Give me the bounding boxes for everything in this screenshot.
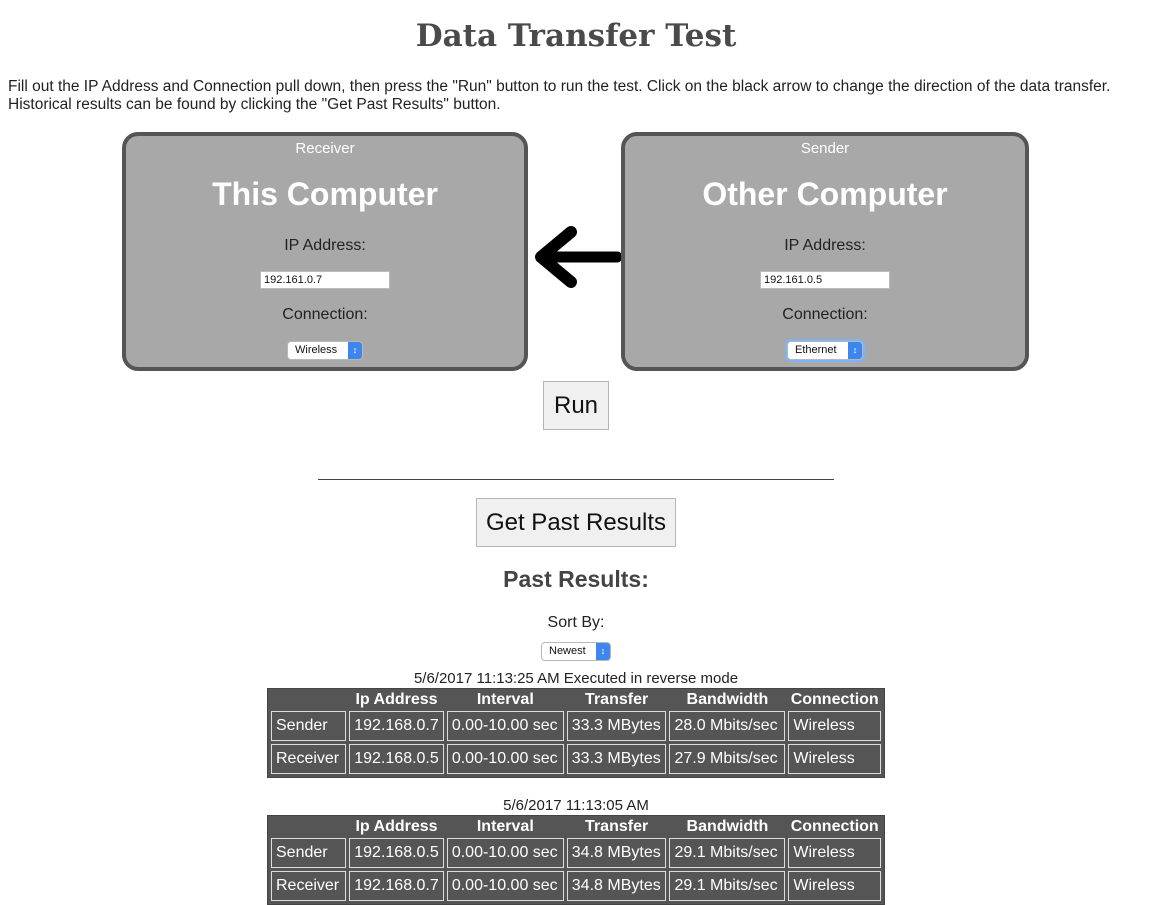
table-header-row: Ip Address Interval Transfer Bandwidth C… <box>271 692 881 708</box>
table-header-row: Ip Address Interval Transfer Bandwidth C… <box>271 819 881 835</box>
sort-by-select[interactable]: Newest ↕ <box>541 642 611 661</box>
receiver-computer-name: This Computer <box>212 176 438 212</box>
sender-ip-input[interactable] <box>760 271 890 289</box>
sender-connection-value: Ethernet <box>795 344 837 356</box>
column-header: Ip Address <box>355 818 438 835</box>
table-cell: Receiver <box>271 744 347 774</box>
get-past-results-button[interactable]: Get Past Results <box>476 498 676 547</box>
table-cell: 28.0 Mbits/sec <box>669 711 786 741</box>
sender-ip-label: IP Address: <box>784 237 866 254</box>
receiver-connection-label: Connection: <box>282 306 368 323</box>
receiver-connection-value: Wireless <box>295 344 338 356</box>
result-caption: 5/6/2017 11:13:25 AM Executed in reverse… <box>413 670 739 687</box>
table-cell: Sender <box>271 838 347 868</box>
table-row: Sender 192.168.0.5 0.00-10.00 sec 34.8 M… <box>271 838 881 868</box>
table-row: Sender 192.168.0.7 0.00-10.00 sec 33.3 M… <box>271 711 881 741</box>
receiver-connection-select[interactable]: Wireless ↕ <box>287 341 363 360</box>
table-cell: 0.00-10.00 sec <box>446 711 564 741</box>
table-cell: Sender <box>271 711 347 741</box>
result-table: Ip Address Interval Transfer Bandwidth C… <box>267 815 885 905</box>
sort-by-value: Newest <box>549 645 586 657</box>
table-cell: 33.3 MBytes <box>566 744 667 774</box>
select-chevron-icon: ↕ <box>348 342 362 359</box>
table-cell: 29.1 Mbits/sec <box>669 838 786 868</box>
column-header: Ip Address <box>355 691 438 708</box>
direction-arrow-icon[interactable] <box>531 222 621 292</box>
column-header: Bandwidth <box>686 691 769 708</box>
sender-connection-select[interactable]: Ethernet ↕ <box>787 341 863 360</box>
run-button[interactable]: Run <box>543 381 609 430</box>
table-cell: Wireless <box>788 744 881 774</box>
column-header: Connection <box>790 818 879 835</box>
result-caption: 5/6/2017 11:13:05 AM <box>503 797 649 814</box>
column-header: Interval <box>476 818 534 835</box>
receiver-role-label: Receiver <box>295 140 355 157</box>
column-header <box>271 819 346 835</box>
sort-by-label: Sort By: <box>547 614 605 631</box>
table-cell: 34.8 MBytes <box>566 838 667 868</box>
page-title: Data Transfer Test <box>415 18 737 54</box>
table-cell: 33.3 MBytes <box>566 711 667 741</box>
column-header: Bandwidth <box>686 818 769 835</box>
select-chevron-icon: ↕ <box>848 342 862 359</box>
table-cell: 0.00-10.00 sec <box>446 838 564 868</box>
sender-computer-name: Other Computer <box>702 176 948 212</box>
column-header: Interval <box>476 691 534 708</box>
receiver-ip-input[interactable] <box>260 271 390 289</box>
table-cell: 27.9 Mbits/sec <box>669 744 786 774</box>
table-cell: 192.168.0.5 <box>349 744 444 774</box>
column-header: Connection <box>790 691 879 708</box>
sender-role-label: Sender <box>800 140 850 157</box>
table-cell: Wireless <box>788 838 881 868</box>
table-cell: 0.00-10.00 sec <box>446 744 564 774</box>
column-header: Transfer <box>585 818 649 835</box>
table-cell: 192.168.0.5 <box>349 838 444 868</box>
select-chevron-icon: ↕ <box>596 643 610 660</box>
section-divider <box>318 479 834 480</box>
table-cell: 192.168.0.7 <box>349 711 444 741</box>
table-cell: Wireless <box>788 711 881 741</box>
sender-panel: Sender Other Computer IP Address: Connec… <box>621 132 1029 371</box>
column-header <box>271 692 346 708</box>
sender-connection-label: Connection: <box>782 306 868 323</box>
receiver-ip-label: IP Address: <box>284 237 366 254</box>
past-results-heading: Past Results: <box>503 566 649 592</box>
column-header: Transfer <box>585 691 649 708</box>
instructions-text: Fill out the IP Address and Connection p… <box>8 78 1111 113</box>
result-table: Ip Address Interval Transfer Bandwidth C… <box>267 688 885 778</box>
table-row: Receiver 192.168.0.5 0.00-10.00 sec 33.3… <box>271 744 881 774</box>
receiver-panel: Receiver This Computer IP Address: Conne… <box>122 132 528 371</box>
